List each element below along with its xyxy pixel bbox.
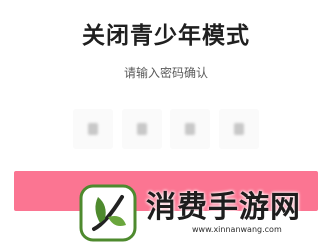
page-title: 关闭青少年模式 (82, 23, 250, 49)
code-digit-box[interactable] (170, 109, 211, 149)
code-digit-box[interactable] (73, 109, 113, 149)
password-prompt: 请输入密码确认 (123, 66, 208, 80)
masked-digit (88, 123, 98, 135)
masked-digit (136, 123, 147, 135)
watermark-url: www.xinnanwang.com (192, 225, 282, 234)
code-digit-box[interactable] (218, 109, 259, 149)
leaf-logo-icon (79, 184, 137, 242)
teen-mode-close-screen: 关闭青少年模式 请输入密码确认 消费手游网 www.xinnanwang.com (0, 0, 332, 246)
masked-digit (233, 123, 244, 135)
watermark-title: 消费手游网 (146, 190, 301, 225)
watermark-text: 消费手游网 www.xinnanwang.com (146, 191, 301, 235)
masked-digit (185, 123, 196, 135)
code-digit-box[interactable] (121, 109, 162, 149)
password-code-input[interactable] (73, 106, 259, 152)
site-watermark: 消费手游网 www.xinnanwang.com (78, 183, 328, 243)
